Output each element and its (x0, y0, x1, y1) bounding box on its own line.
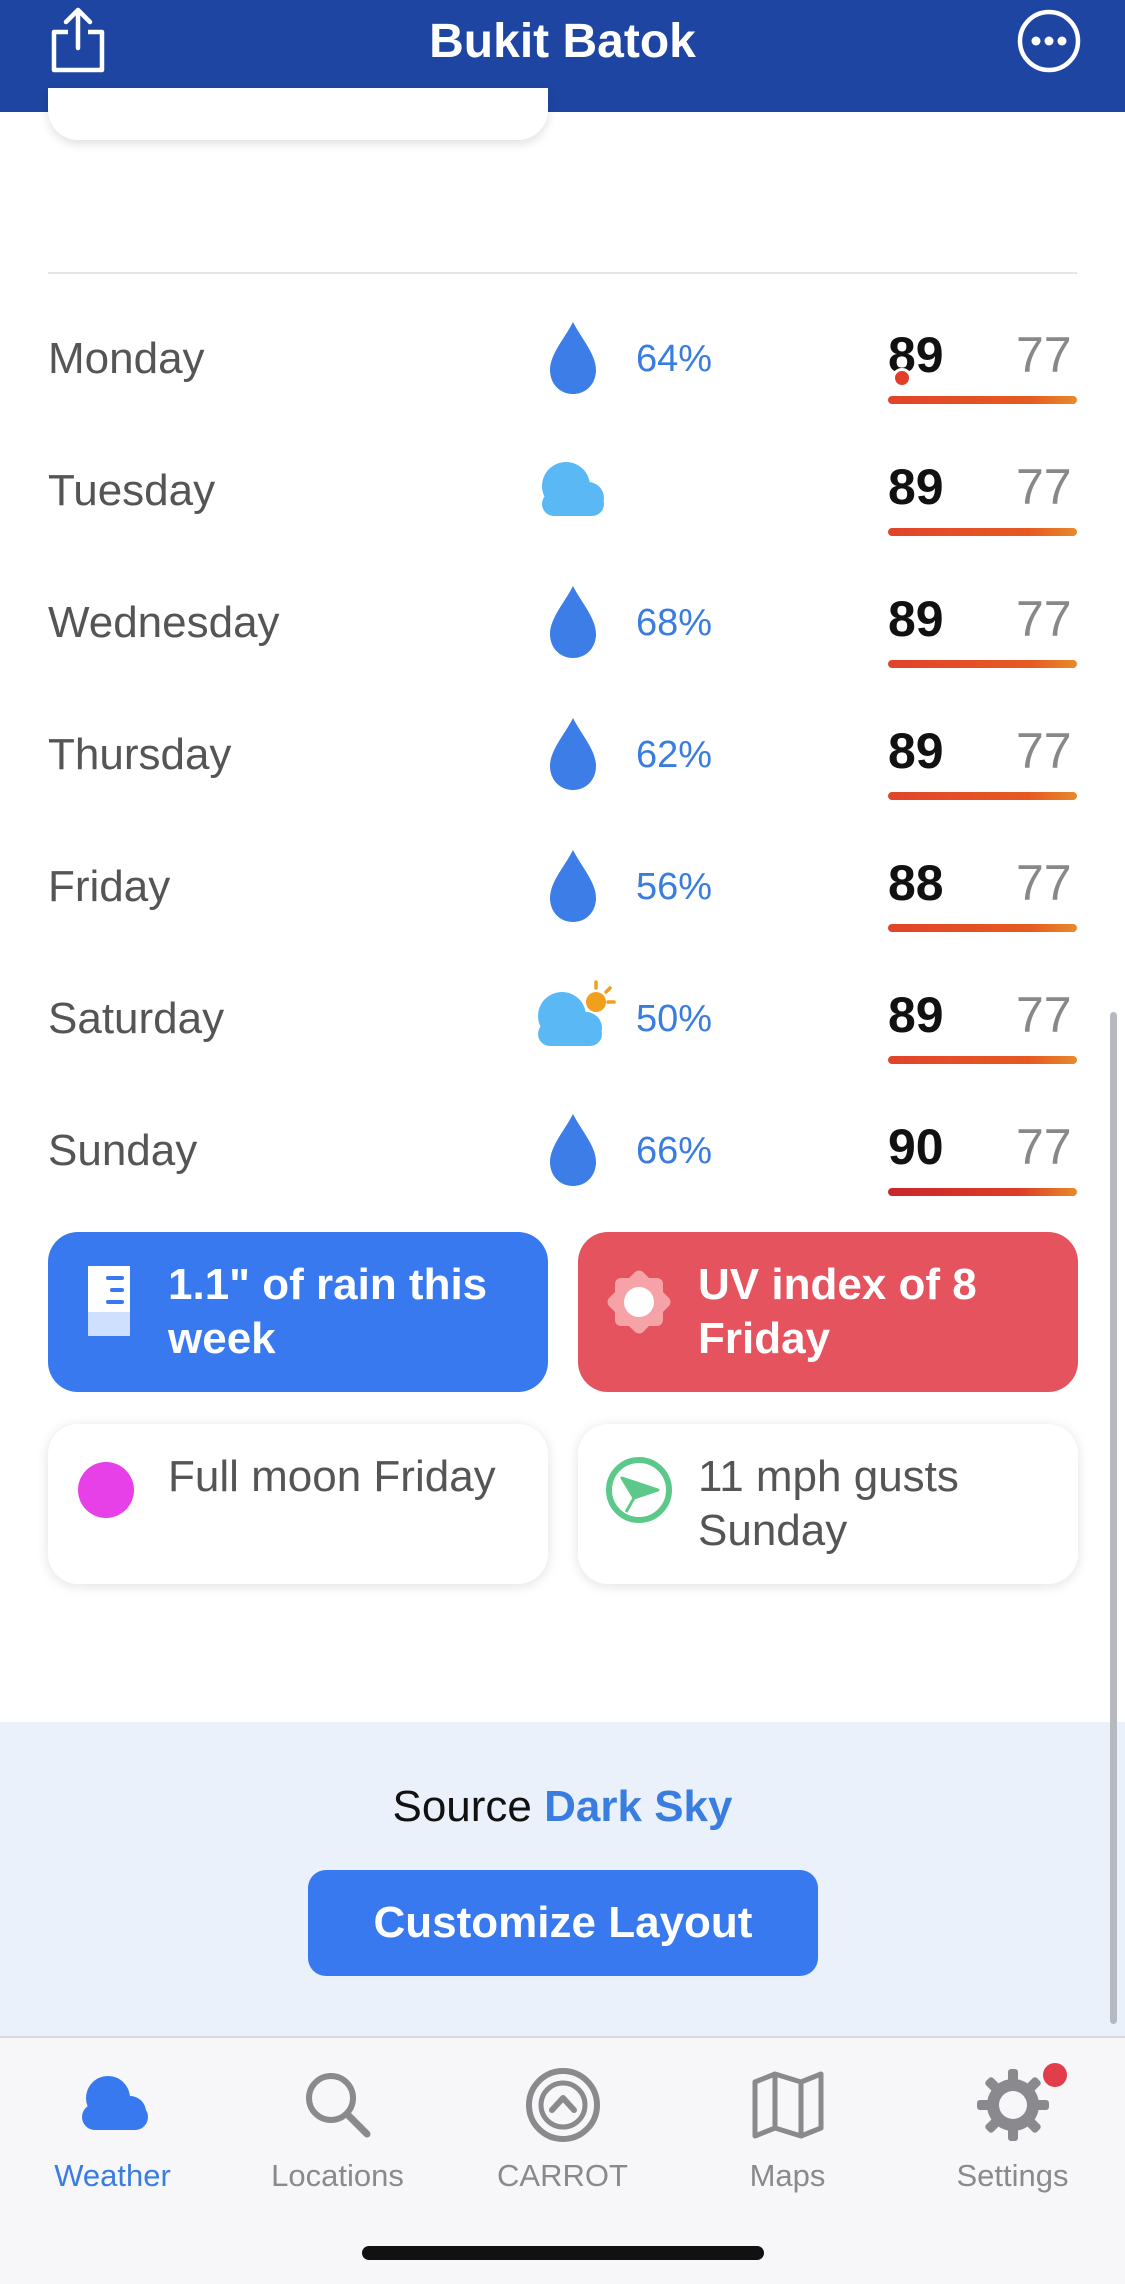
customize-layout-button[interactable]: Customize Layout (308, 1870, 818, 1976)
raindrop-icon (550, 586, 596, 658)
forecast-row-wednesday[interactable]: Wednesday 68% 89 77 (48, 554, 1077, 686)
previous-card-bottom (48, 88, 548, 140)
day-name: Saturday (48, 994, 225, 1043)
rain-summary-text: 1.1" of rain this week (168, 1260, 488, 1363)
rain-summary-card[interactable]: 1.1" of rain this week (48, 1232, 548, 1392)
wind-summary-card[interactable]: 11 mph gusts Sunday (578, 1424, 1078, 1584)
source-link[interactable]: Dark Sky (544, 1782, 732, 1831)
temp-range-bar (888, 924, 1077, 932)
temp-range-bar (888, 528, 1077, 536)
tab-weather[interactable]: Weather (0, 2050, 225, 2220)
raindrop-icon (550, 718, 596, 790)
precip-chance: 66% (636, 1130, 713, 1172)
source-attribution: Source Dark Sky (0, 1782, 1125, 1832)
temp-high: 88 (888, 855, 944, 911)
compass-icon (606, 1457, 672, 1523)
rain-gauge-icon (88, 1266, 130, 1336)
forecast-row-sunday[interactable]: Sunday 66% 90 77 (48, 1082, 1077, 1214)
cloud-icon (82, 2076, 148, 2130)
temp-low: 77 (1016, 459, 1072, 515)
tab-settings[interactable]: Settings (900, 2050, 1125, 2220)
day-name: Monday (48, 334, 205, 383)
day-name: Wednesday (48, 598, 280, 647)
temp-high: 89 (888, 987, 944, 1043)
temp-range-bar (888, 396, 1077, 404)
temp-range-bar (888, 792, 1077, 800)
current-temp-dot (892, 368, 912, 388)
temp-high: 89 (888, 591, 944, 647)
notification-badge (1040, 2060, 1070, 2090)
temp-low: 77 (1016, 987, 1072, 1043)
source-section: Source Dark Sky Customize Layout (0, 1722, 1125, 2036)
carrot-logo-icon (526, 2068, 600, 2142)
tab-label: Locations (271, 2158, 404, 2193)
source-prefix: Source (392, 1782, 532, 1831)
sun-icon (607, 1270, 671, 1334)
page-title: Bukit Batok (429, 15, 696, 68)
divider (48, 272, 1077, 274)
temp-low: 77 (1016, 591, 1072, 647)
forecast-row-thursday[interactable]: Thursday 62% 89 77 (48, 686, 1077, 818)
day-name: Thursday (48, 730, 232, 779)
temp-low: 77 (1016, 1119, 1072, 1175)
tab-label: CARROT (497, 2158, 628, 2193)
uv-summary-text: UV index of 8 Friday (698, 1260, 977, 1363)
tab-label: Settings (956, 2158, 1069, 2193)
day-name: Friday (48, 862, 171, 911)
forecast-row-saturday[interactable]: Saturday 50% 89 77 (48, 950, 1077, 1082)
temp-range-bar (888, 1188, 1077, 1196)
temp-range-bar (888, 1056, 1077, 1064)
forecast-row-tuesday[interactable]: Tuesday 89 77 (48, 422, 1077, 554)
more-options-icon[interactable] (1016, 8, 1082, 74)
day-name: Sunday (48, 1126, 198, 1175)
home-indicator[interactable] (362, 2246, 764, 2260)
precip-chance: 62% (636, 734, 713, 776)
cloud-icon (542, 462, 604, 516)
temp-low: 77 (1016, 327, 1072, 383)
raindrop-icon (550, 322, 596, 394)
uv-summary-card[interactable]: UV index of 8 Friday (578, 1232, 1078, 1392)
temp-high: 90 (888, 1119, 944, 1175)
precip-chance: 56% (636, 866, 713, 908)
temp-range-bar (888, 660, 1077, 668)
precip-chance: 64% (636, 338, 713, 380)
moon-summary-text: Full moon Friday (168, 1452, 496, 1501)
precip-chance: 50% (636, 998, 713, 1040)
temp-low: 77 (1016, 855, 1072, 911)
temp-low: 77 (1016, 723, 1072, 779)
tab-label: Maps (749, 2158, 826, 2193)
partly-cloudy-icon (538, 980, 616, 1046)
tab-locations[interactable]: Locations (225, 2050, 450, 2220)
tab-carrot[interactable]: CARROT (450, 2050, 675, 2220)
moon-icon (78, 1462, 134, 1518)
tab-label: Weather (54, 2158, 171, 2193)
forecast-row-monday[interactable]: Monday 64% 89 77 (48, 290, 1077, 422)
wind-summary-text: 11 mph gusts Sunday (698, 1452, 959, 1555)
temp-high: 89 (888, 459, 944, 515)
map-icon (752, 2071, 824, 2139)
tab-maps[interactable]: Maps (675, 2050, 900, 2220)
raindrop-icon (550, 1114, 596, 1186)
scrollbar[interactable] (1110, 1012, 1117, 2024)
raindrop-icon (550, 850, 596, 922)
precip-chance: 68% (636, 602, 713, 644)
moon-summary-card[interactable]: Full moon Friday (48, 1424, 548, 1584)
temp-high: 89 (888, 723, 944, 779)
forecast-row-friday[interactable]: Friday 56% 88 77 (48, 818, 1077, 950)
search-icon (306, 2073, 371, 2138)
day-name: Tuesday (48, 466, 216, 515)
